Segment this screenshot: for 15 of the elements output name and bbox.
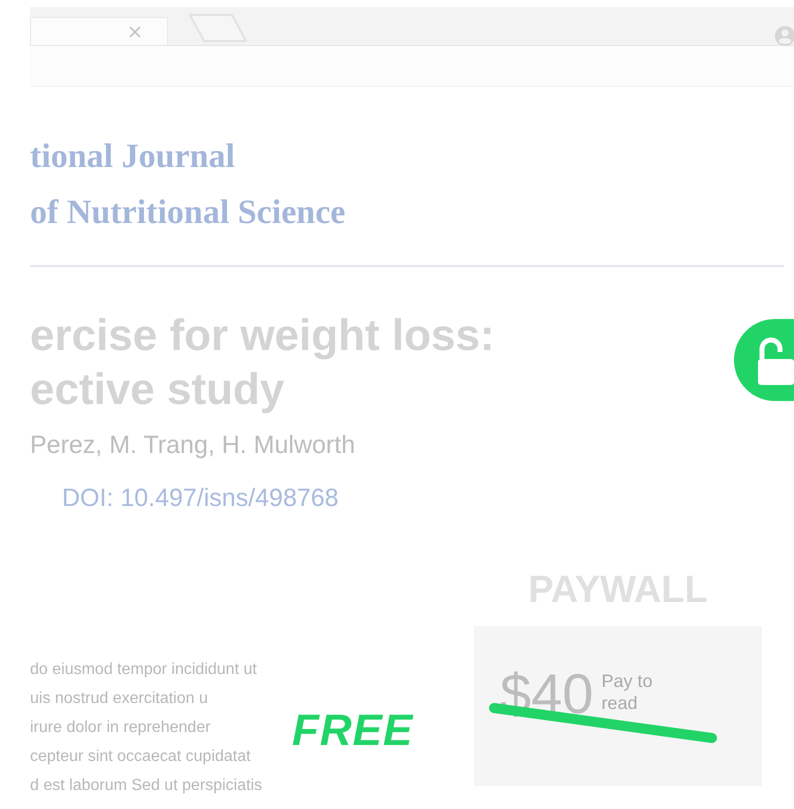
body-text: cepteur sint occaecat cupidatat xyxy=(30,747,251,767)
free-label: FREE xyxy=(292,706,414,756)
unlocked-padlock-icon[interactable] xyxy=(734,319,794,401)
browser-tab[interactable] xyxy=(30,17,168,45)
article-authors: Perez, M. Trang, H. Mulworth xyxy=(30,431,356,460)
body-text: d est laborum Sed ut perspiciatis xyxy=(30,776,262,796)
doi-link[interactable]: DOI: 10.497/isns/498768 xyxy=(62,484,339,513)
close-icon[interactable] xyxy=(129,26,141,38)
journal-title: of Nutritional Science xyxy=(30,193,346,233)
body-text: do eiusmod tempor incididunt ut xyxy=(30,660,257,680)
journal-title: tional Journal xyxy=(30,137,236,177)
body-text: irure dolor in reprehender xyxy=(30,718,211,738)
profile-icon[interactable] xyxy=(774,25,794,47)
pay-to-read-link[interactable]: Pay to read xyxy=(601,670,664,714)
body-text: uis nostrud exercitation u xyxy=(30,689,208,709)
